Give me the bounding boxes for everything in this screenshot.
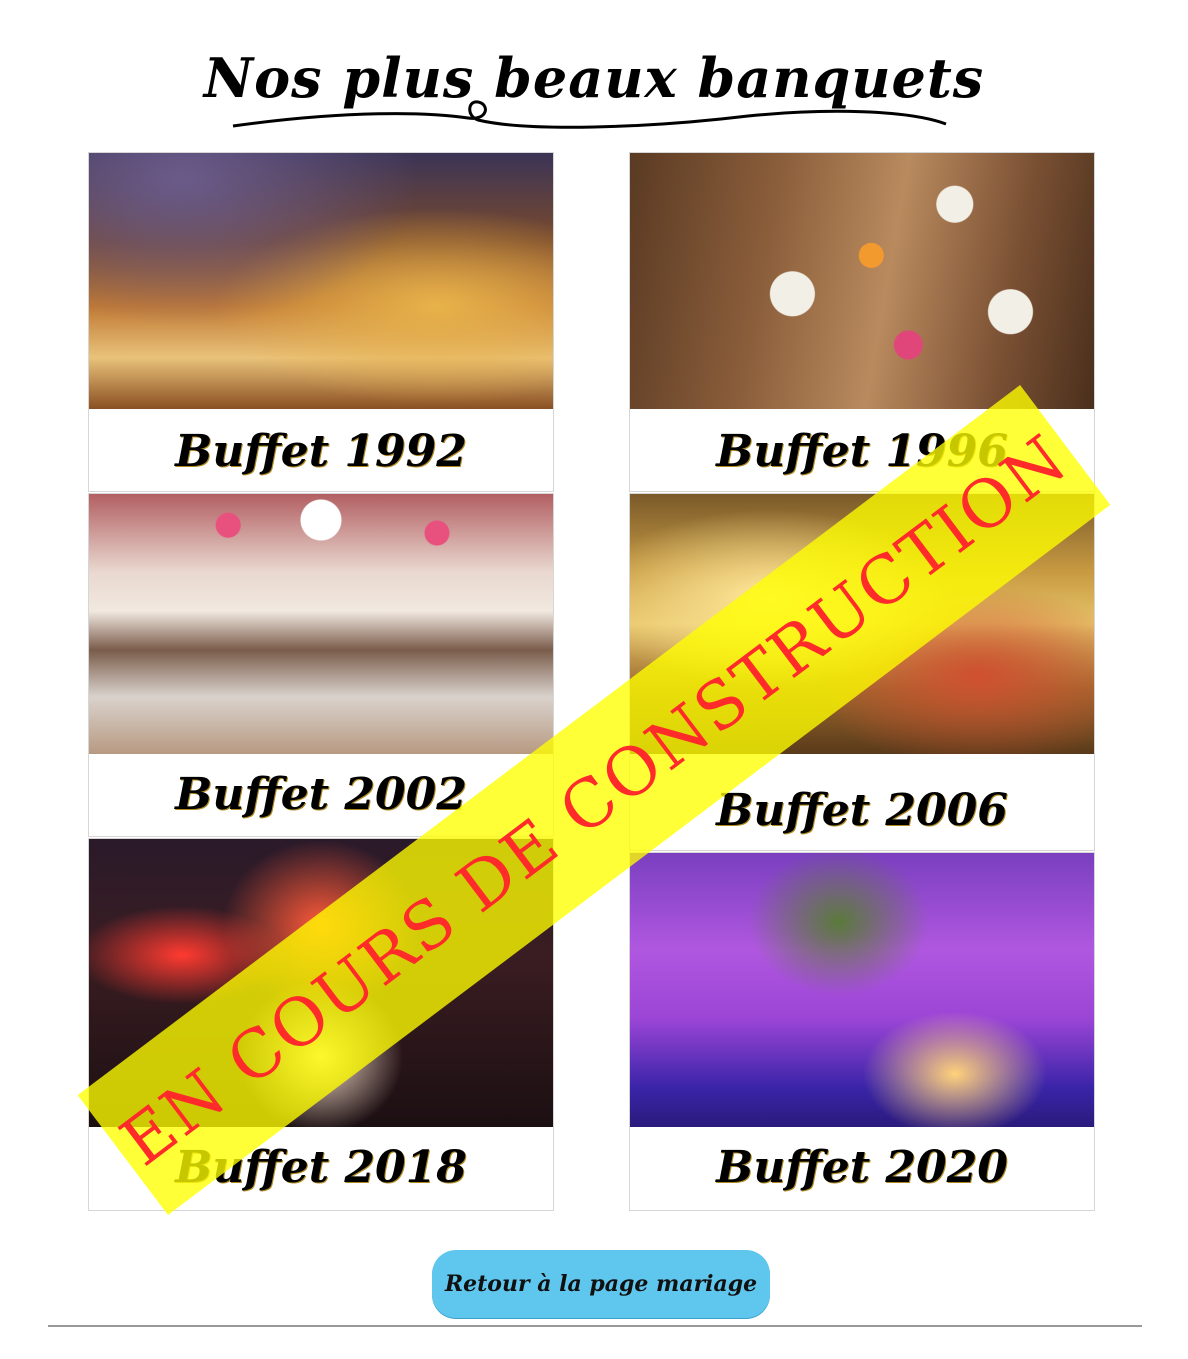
purple-reception-photo <box>630 853 1094 1129</box>
buffet-label: Buffet 2020 <box>630 1127 1094 1207</box>
banquet-terrace-photo <box>89 153 553 409</box>
footer-divider <box>48 1325 1142 1327</box>
buffet-card-1992[interactable]: Buffet 1992 <box>88 152 554 492</box>
floral-table-photo <box>630 153 1094 409</box>
page-header: Nos plus beaux banquets <box>0 40 1188 150</box>
buffet-label: Buffet 1992 <box>89 411 553 491</box>
back-to-wedding-page-button[interactable]: Retour à la page mariage <box>432 1250 770 1318</box>
buffet-card-2002[interactable]: Buffet 2002 <box>88 493 554 837</box>
title-underline-swash <box>232 100 947 129</box>
white-ballroom-photo <box>89 494 553 754</box>
buffet-card-2020[interactable]: Buffet 2020 <box>629 852 1095 1211</box>
